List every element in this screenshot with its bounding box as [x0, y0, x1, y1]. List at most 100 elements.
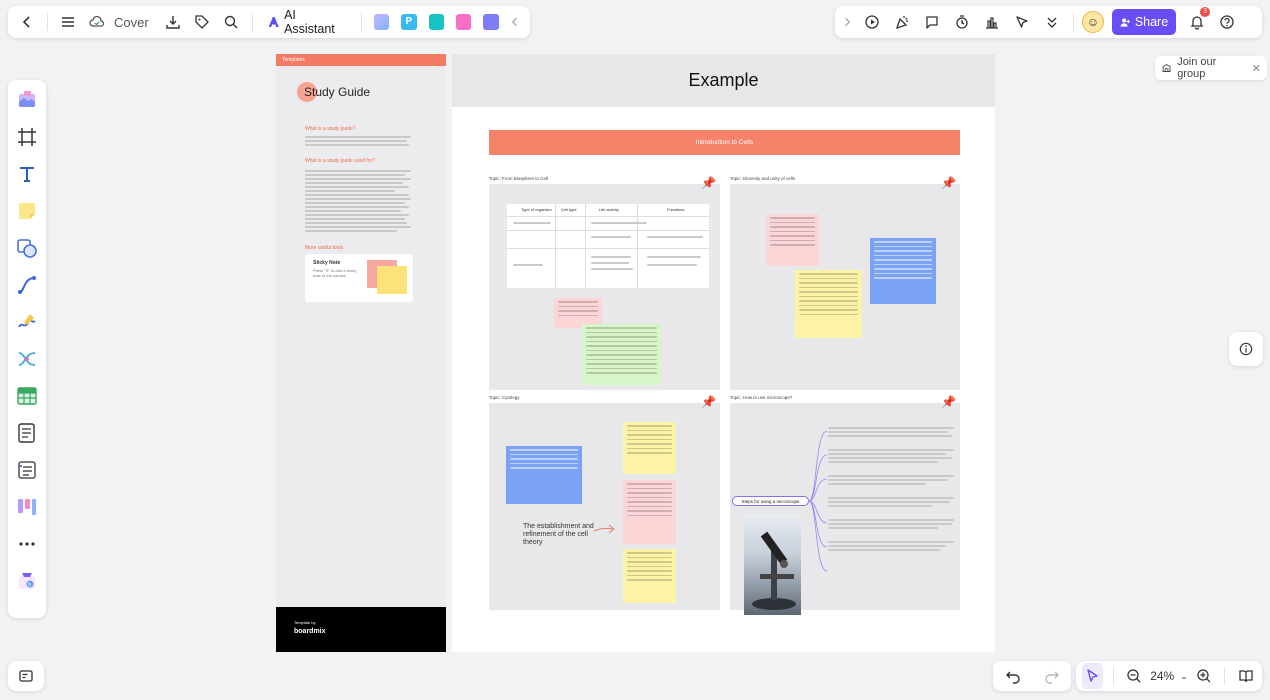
board-name[interactable]: Cover — [114, 15, 149, 30]
table-cell-text — [591, 262, 629, 264]
table-header: Cell type — [561, 207, 577, 212]
pin-icon: 📌 — [701, 176, 716, 190]
quadrant-diversity[interactable]: Topic: Diversity and unity of cells 📌 — [730, 176, 960, 390]
sticky-note[interactable] — [506, 446, 582, 504]
sticky-note-icon[interactable] — [13, 197, 41, 225]
undo-icon[interactable] — [1000, 663, 1026, 689]
more-chevron-icon[interactable] — [1039, 9, 1065, 35]
organism-table[interactable]: Type of organism Cell type Life activity… — [507, 204, 709, 288]
connector-icon[interactable] — [13, 271, 41, 299]
pen-icon[interactable] — [13, 308, 41, 336]
share-app-icon[interactable] — [428, 14, 444, 30]
zoom-out-icon[interactable] — [1124, 663, 1145, 689]
timer-icon[interactable] — [949, 9, 975, 35]
more-icon[interactable] — [13, 530, 41, 558]
text-line — [305, 186, 409, 188]
text-line — [305, 140, 407, 142]
table-divider — [507, 230, 709, 231]
notification-bell-icon[interactable]: 3 — [1184, 7, 1210, 35]
table-cell-text — [591, 256, 631, 258]
quadrant-biosphere[interactable]: Topic: From Biosphere to Cell 📌 Type of … — [489, 176, 720, 390]
p-app-icon[interactable]: P — [401, 14, 417, 30]
table-cell-text — [591, 222, 647, 224]
zoom-level[interactable]: 24% — [1150, 669, 1174, 683]
kanban-icon[interactable] — [13, 493, 41, 521]
example-board[interactable]: Example Introduction to Cells Topic: Fro… — [452, 54, 995, 652]
board-header: Example — [452, 54, 995, 107]
list-icon[interactable] — [13, 456, 41, 484]
close-icon[interactable]: ✕ — [1252, 62, 1261, 75]
sticky-note[interactable] — [870, 238, 936, 304]
zoom-in-icon[interactable] — [1194, 663, 1215, 689]
book-icon[interactable] — [1235, 663, 1256, 689]
table-cell-text — [513, 264, 543, 266]
zoom-controls: 24% ⌄ — [1076, 661, 1262, 691]
steps-node[interactable]: Steps for using a microscope — [732, 496, 809, 506]
sticky-note[interactable] — [623, 480, 676, 544]
back-icon[interactable] — [14, 9, 39, 35]
sticky-tip-description: Press "S" to add a sticky note to the ca… — [313, 268, 357, 278]
mini-sticky-yellow — [377, 266, 407, 294]
table-icon[interactable] — [13, 382, 41, 410]
comment-icon[interactable] — [919, 9, 945, 35]
join-group-banner[interactable]: Join our group ✕ — [1155, 56, 1267, 80]
table-header: Type of organism — [521, 207, 552, 212]
redo-icon[interactable] — [1039, 663, 1065, 689]
chevron-down-icon[interactable]: ⌄ — [1180, 671, 1188, 682]
mind-map-icon[interactable] — [13, 345, 41, 373]
ai-assistant-button[interactable]: AI Assistant — [261, 8, 353, 36]
search-icon[interactable] — [219, 9, 244, 35]
table-cell-text — [647, 256, 701, 258]
present-icon[interactable] — [859, 9, 885, 35]
quadrant-microscope[interactable]: Topic: How to use microscope? 📌 Steps fo… — [730, 395, 960, 615]
mindmap-app-icon[interactable] — [455, 14, 472, 30]
vote-icon[interactable] — [979, 9, 1005, 35]
intro-banner[interactable]: Introduction to Cells — [489, 130, 960, 155]
text-line — [305, 136, 411, 138]
sticky-note[interactable] — [766, 214, 819, 266]
collab-toolbar: ☺ Share 3 — [835, 6, 1262, 38]
cell-theory-text[interactable]: The establishment and refinement of the … — [523, 523, 598, 547]
minimap-button[interactable] — [8, 661, 44, 691]
template-by-label: Template by — [294, 620, 316, 625]
help-icon[interactable] — [1214, 9, 1240, 35]
sticky-note[interactable] — [623, 422, 676, 474]
celebrate-icon[interactable] — [889, 9, 915, 35]
image-app-icon[interactable] — [373, 14, 390, 30]
text-icon[interactable] — [13, 160, 41, 188]
template-guide-panel[interactable]: Templates Study Guide What is a study gu… — [276, 54, 446, 652]
divider — [47, 13, 48, 31]
pin-icon: 📌 — [941, 176, 956, 190]
text-line — [305, 170, 411, 172]
shapes-icon[interactable] — [13, 234, 41, 262]
svg-text:b: b — [28, 582, 31, 588]
table-divider — [507, 216, 709, 217]
sticky-note[interactable] — [795, 270, 862, 338]
expand-chevron-icon[interactable] — [839, 9, 855, 35]
chat-app-icon[interactable] — [483, 14, 499, 30]
download-icon[interactable] — [161, 9, 186, 35]
document-icon[interactable] — [13, 419, 41, 447]
frame-icon[interactable] — [13, 123, 41, 151]
collapse-chevron-icon[interactable] — [507, 9, 524, 35]
microscope-icon — [752, 531, 796, 610]
info-button[interactable] — [1229, 332, 1263, 366]
select-pointer-icon[interactable] — [1082, 663, 1103, 689]
avatar[interactable]: ☺ — [1082, 11, 1104, 33]
text-line — [305, 194, 409, 196]
text-line — [305, 218, 405, 220]
templates-icon[interactable] — [13, 86, 41, 114]
plugins-icon[interactable]: b — [13, 567, 41, 595]
topic-label: Topic: From Biosphere to Cell — [489, 176, 549, 181]
table-cell-text — [513, 222, 551, 224]
sticky-note[interactable] — [582, 324, 661, 385]
group-icon — [1162, 63, 1171, 72]
share-button[interactable]: Share — [1112, 9, 1176, 35]
follow-icon[interactable] — [1009, 9, 1035, 35]
microscope-image[interactable] — [744, 514, 801, 615]
sticky-note[interactable] — [623, 549, 676, 603]
board-title: Example — [688, 70, 759, 90]
menu-icon[interactable] — [56, 9, 81, 35]
quadrant-cytology[interactable]: Topic: Cytology 📌 The establishment and … — [489, 395, 720, 610]
tag-icon[interactable] — [190, 9, 215, 35]
